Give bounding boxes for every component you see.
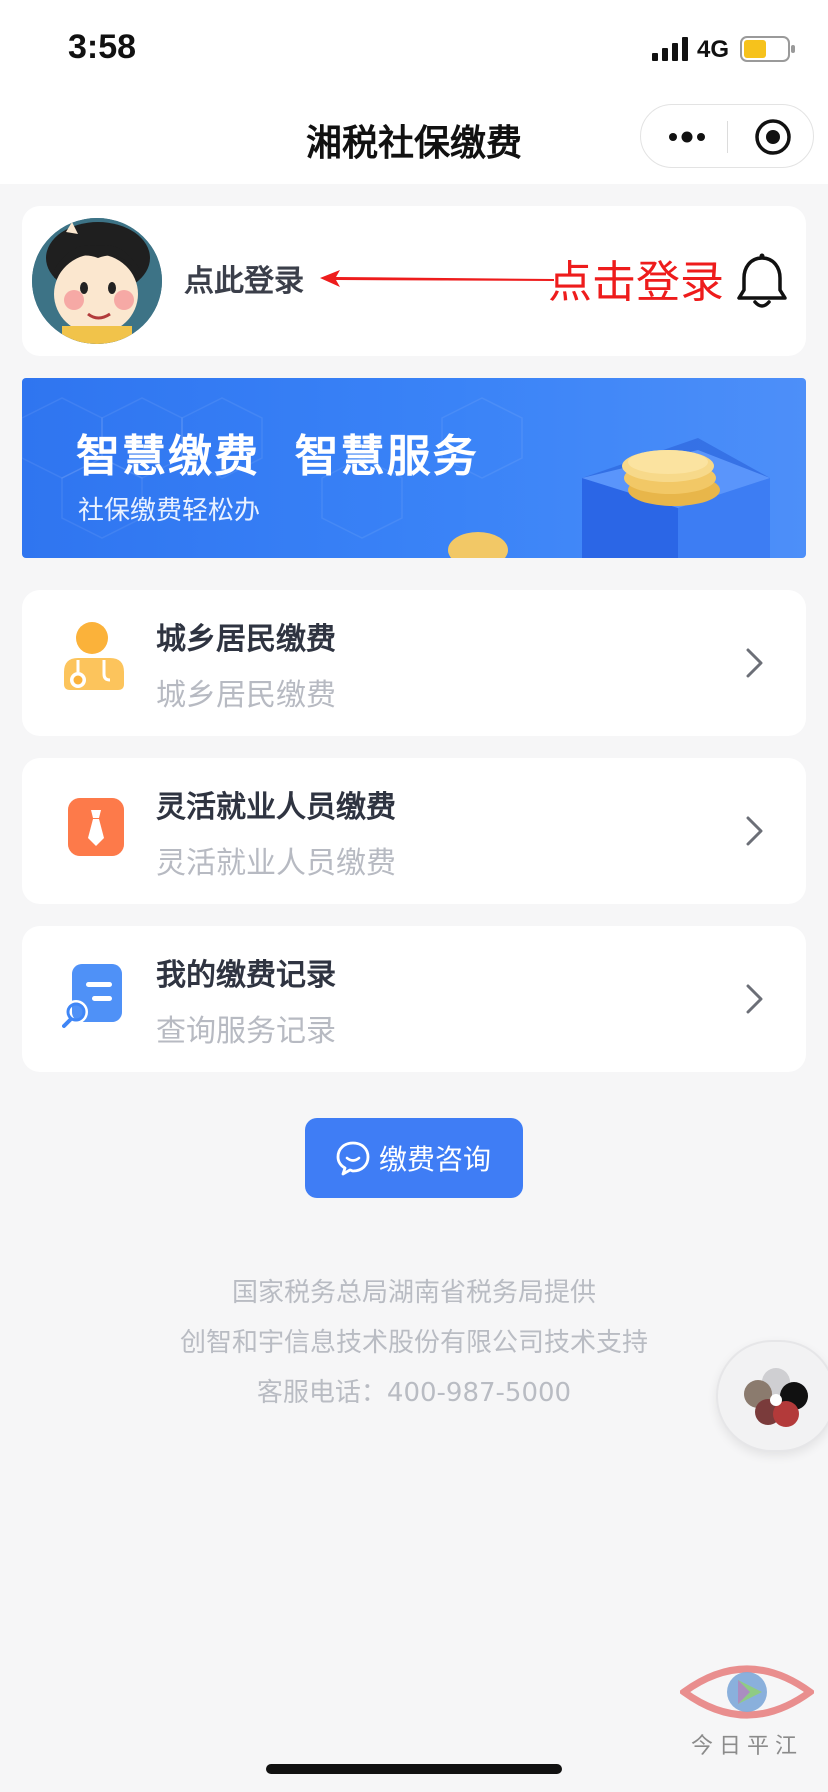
mini-program-close-icon[interactable] [753,117,793,157]
tie-icon [68,798,124,856]
more-dots-icon[interactable] [665,125,709,149]
resident-icon [64,622,124,690]
banner-subtitle: 社保缴费轻松办 [78,496,261,526]
mini-program-capsule [640,104,814,168]
avatar[interactable] [32,218,162,344]
service-card-flexible[interactable]: 灵活就业人员缴费 灵活就业人员缴费 [22,758,806,904]
chat-icon [336,1141,370,1176]
chevron-right-icon [746,648,763,678]
home-indicator [266,1764,562,1774]
service-subtitle: 灵活就业人员缴费 [156,846,396,881]
user-card[interactable]: 点此登录 点击登录 [22,206,806,356]
annotation-arrow [320,270,554,287]
assistant-logo-icon [744,1368,808,1427]
service-card-resident[interactable]: 城乡居民缴费 城乡居民缴费 [22,590,806,736]
service-title: 城乡居民缴费 [156,622,336,657]
chevron-right-icon [746,816,763,846]
service-card-records[interactable]: 我的缴费记录 查询服务记录 [22,926,806,1072]
network-type: 4G [697,36,730,63]
footer-hotline: 客服电话：400-987-5000 [256,1378,572,1408]
watermark-logo [680,1665,814,1719]
status-bar: 3:58 4G [0,0,828,96]
consult-label: 缴费咨询 [379,1143,492,1176]
banner-title: 智慧缴费 智慧服务 [76,431,479,482]
promo-banner[interactable]: 智慧缴费 智慧服务 社保缴费轻松办 [22,378,806,558]
bell-icon[interactable] [734,252,790,312]
watermark-text: 今日平江 [690,1734,803,1759]
footer-support: 创智和宇信息技术股份有限公司技术支持 [179,1328,648,1358]
service-subtitle: 查询服务记录 [156,1014,336,1049]
annotation-text: 点击登录 [548,257,724,308]
record-icon [62,964,122,1028]
service-title: 我的缴费记录 [156,958,336,993]
status-time: 3:58 [68,28,137,66]
cellular-signal-icon [652,37,688,61]
footer-provider: 国家税务总局湖南省税务局提供 [231,1278,596,1308]
consult-button[interactable]: 缴费咨询 [305,1118,523,1198]
chevron-right-icon [746,984,763,1014]
avatar-image [32,218,162,344]
capsule-divider [727,121,728,153]
nav-bar: 湘税社保缴费 [0,96,828,184]
battery-icon [740,36,795,62]
floating-assistant-button[interactable] [716,1340,828,1452]
service-title: 灵活就业人员缴费 [156,790,396,825]
service-subtitle: 城乡居民缴费 [156,678,336,713]
login-link[interactable]: 点此登录 [184,256,304,300]
